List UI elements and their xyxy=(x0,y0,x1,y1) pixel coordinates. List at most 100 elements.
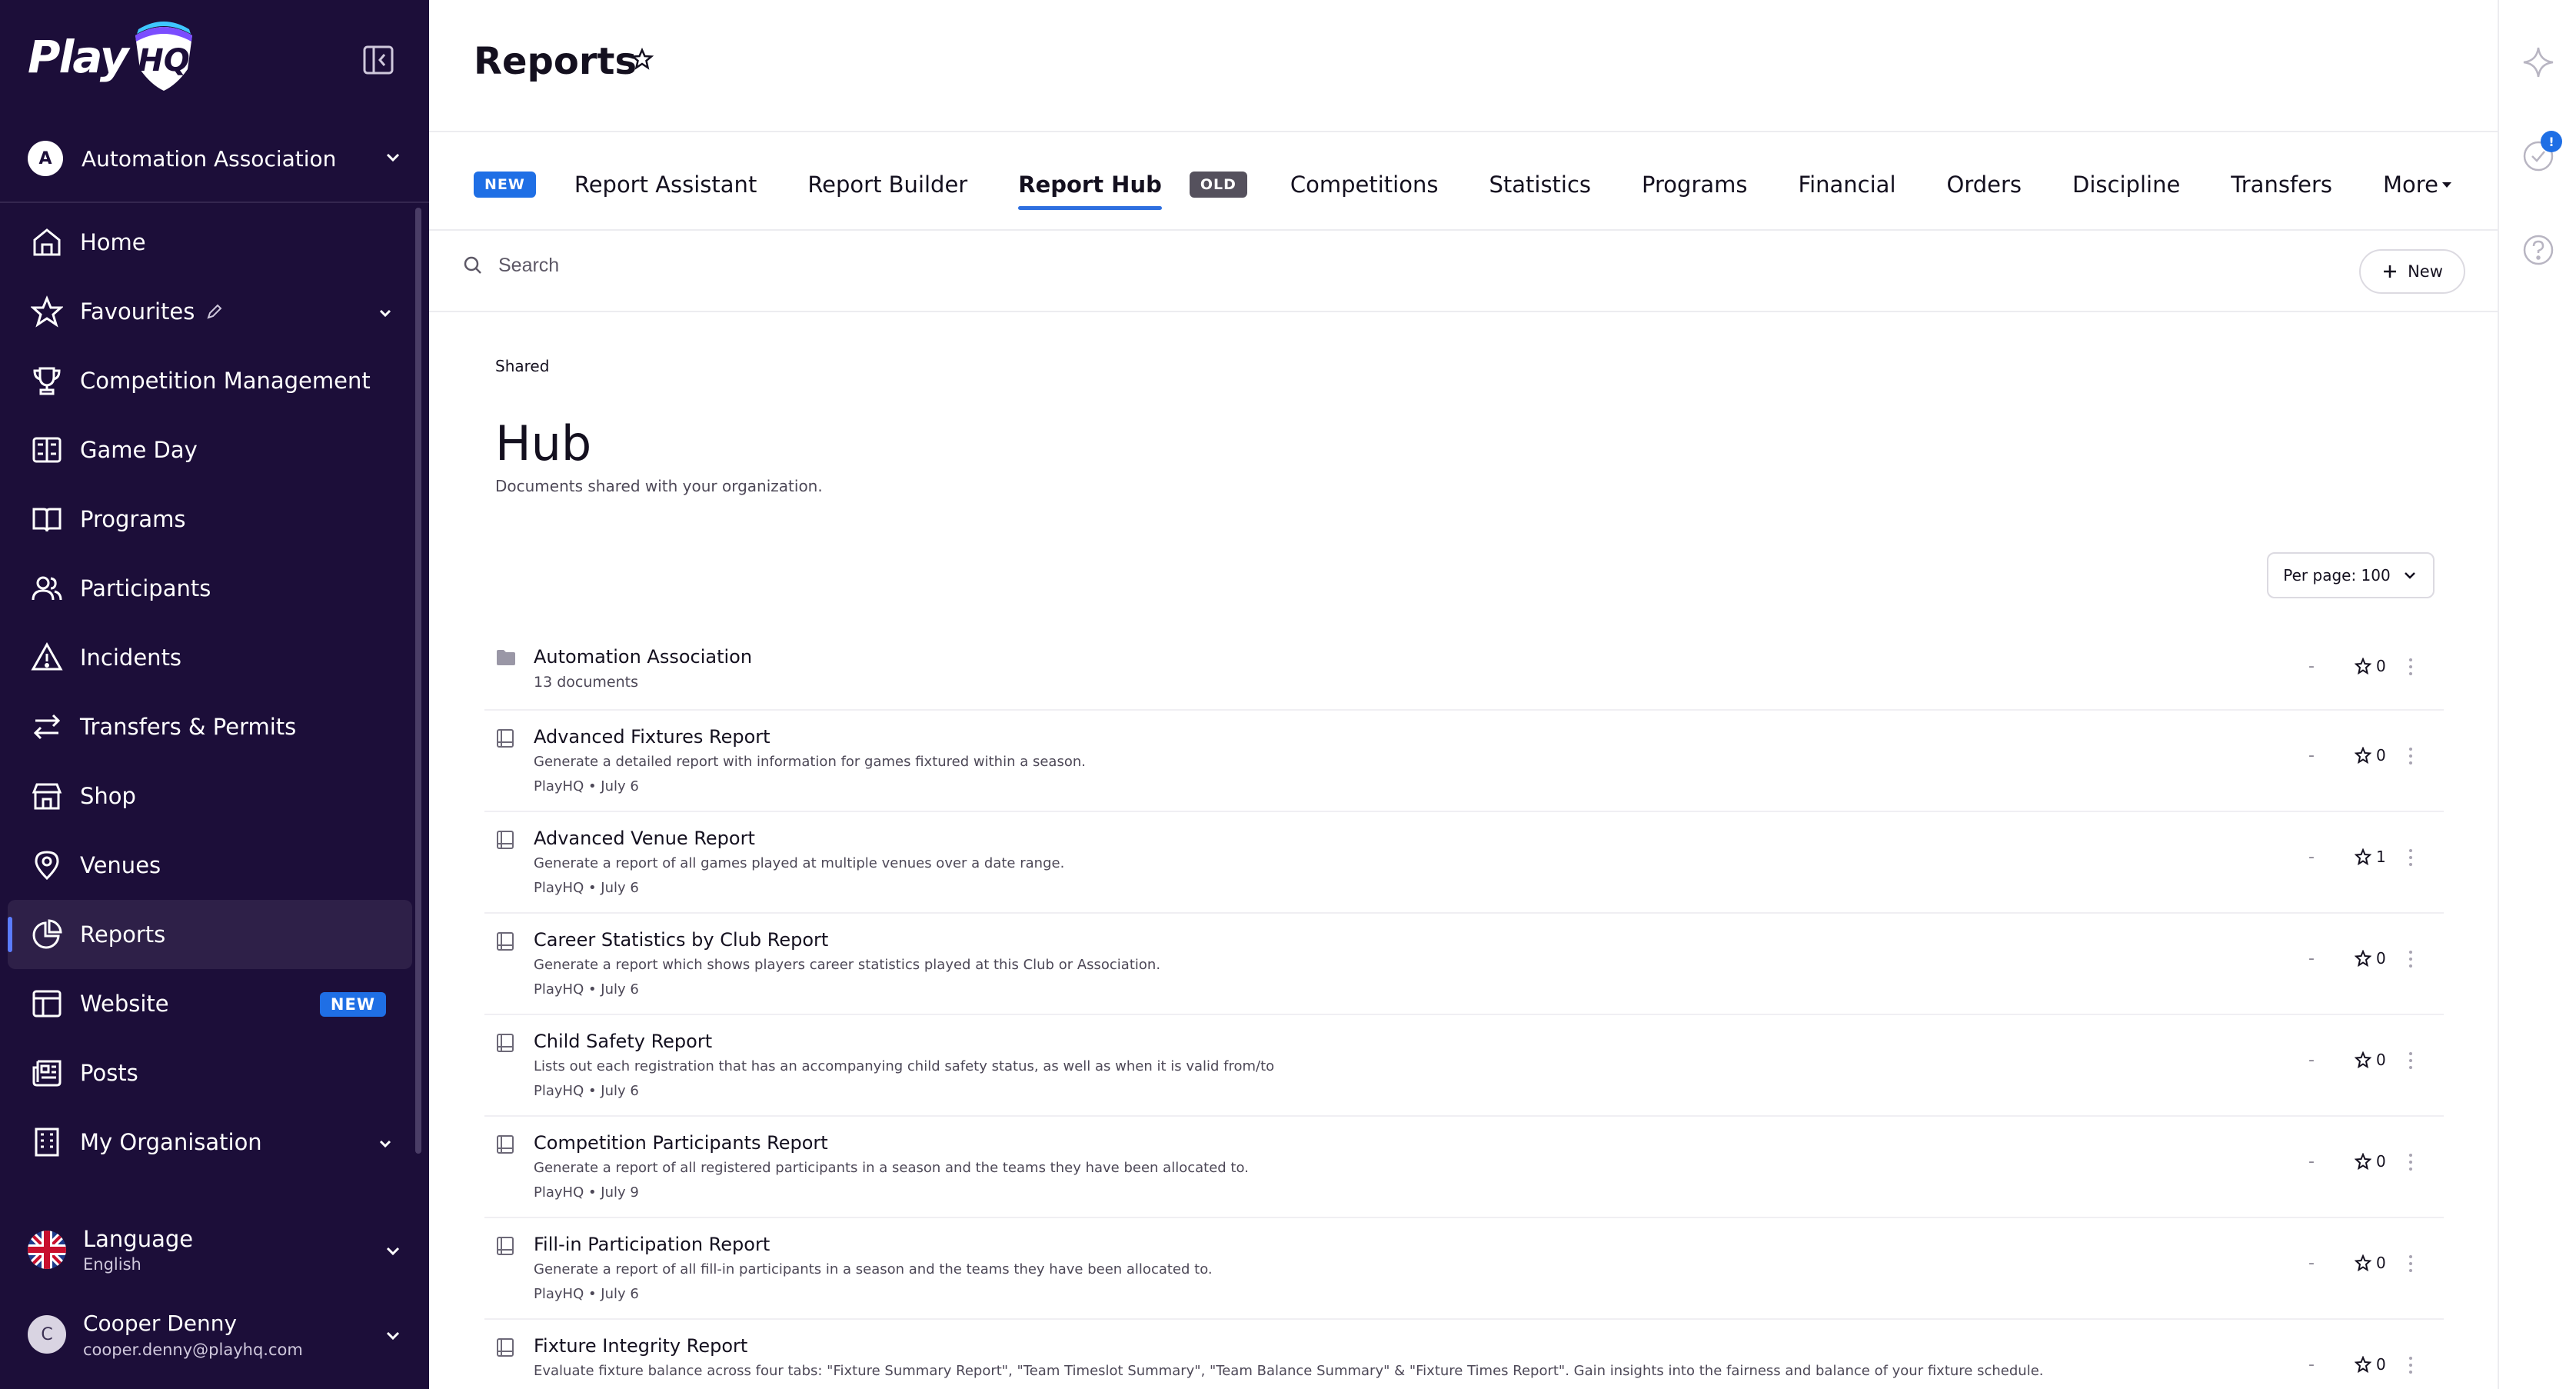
shop-icon xyxy=(29,778,65,814)
more-vertical-icon[interactable] xyxy=(2407,1152,2415,1172)
sidebar-item-programs[interactable]: Programs xyxy=(0,485,429,554)
report-row[interactable]: Career Statistics by Club Report Generat… xyxy=(484,914,2444,1015)
sidebar-item-label: Game Day xyxy=(80,437,198,463)
sidebar-scrollbar[interactable] xyxy=(415,208,421,1154)
chevron-down-icon xyxy=(386,1247,400,1256)
tab-report-builder[interactable]: Report Builder xyxy=(807,172,967,198)
star-count[interactable]: 0 xyxy=(2355,1051,2386,1069)
new-button[interactable]: New xyxy=(2359,249,2465,294)
report-title: Fill-in Participation Report xyxy=(534,1234,770,1255)
sidebar-item-participants[interactable]: Participants xyxy=(0,554,429,623)
ai-assistant-button[interactable] xyxy=(2521,45,2556,80)
playhq-logo[interactable]: Play HQ xyxy=(28,22,197,92)
folder-row[interactable]: Automation Association 13 documents - 0 xyxy=(484,631,2444,711)
chevron-down-icon[interactable] xyxy=(375,1134,395,1154)
star-count[interactable]: 0 xyxy=(2355,1355,2386,1374)
chevron-down-icon[interactable] xyxy=(375,303,395,323)
report-description: Generate a report of all games played at… xyxy=(534,855,1065,871)
star-count[interactable]: 0 xyxy=(2355,746,2386,764)
tab-discipline[interactable]: Discipline xyxy=(2072,172,2180,198)
report-row[interactable]: Fixture Integrity Report Evaluate fixtur… xyxy=(484,1320,2444,1389)
report-tabs: NEW Report Assistant Report Builder Repo… xyxy=(474,158,2506,212)
pencil-icon[interactable] xyxy=(205,302,224,321)
chevron-down-icon xyxy=(386,153,400,162)
user-menu[interactable]: C Cooper Denny cooper.denny@playhq.com xyxy=(28,1307,404,1361)
star-count[interactable]: 1 xyxy=(2355,848,2386,866)
collapse-sidebar-button[interactable] xyxy=(361,43,395,77)
svg-text:HQ: HQ xyxy=(138,43,189,78)
tab-statistics[interactable]: Statistics xyxy=(1489,172,1591,198)
sidebar-item-my-organisation[interactable]: My Organisation xyxy=(0,1108,429,1177)
tab-report-assistant[interactable]: Report Assistant xyxy=(574,172,757,198)
sidebar-nav: Home Favourites Competition Management G… xyxy=(0,208,429,1177)
report-description: Generate a report of all registered part… xyxy=(534,1160,1249,1176)
more-vertical-icon[interactable] xyxy=(2407,746,2415,766)
user-name: Cooper Denny xyxy=(83,1310,238,1336)
per-page-select[interactable]: Per page: 100 xyxy=(2267,552,2435,598)
sparkle-icon xyxy=(2523,47,2554,78)
tasks-button[interactable]: ! xyxy=(2521,131,2562,174)
sidebar-item-transfers-permits[interactable]: Transfers & Permits xyxy=(0,692,429,761)
folder-icon xyxy=(497,650,515,665)
sidebar-item-website[interactable]: Website NEW xyxy=(0,969,429,1038)
sidebar-item-shop[interactable]: Shop xyxy=(0,761,429,831)
report-row[interactable]: Advanced Venue Report Generate a report … xyxy=(484,812,2444,914)
more-vertical-icon[interactable] xyxy=(2407,949,2415,969)
doc-dash: - xyxy=(2308,1152,2315,1171)
tab-programs[interactable]: Programs xyxy=(1642,172,1747,198)
sidebar-item-incidents[interactable]: Incidents xyxy=(0,623,429,692)
sidebar-item-competition-management[interactable]: Competition Management xyxy=(0,346,429,415)
search-input[interactable] xyxy=(498,254,1037,277)
more-vertical-icon[interactable] xyxy=(2407,848,2415,868)
tab-transfers[interactable]: Transfers xyxy=(2231,172,2332,198)
tab-financial[interactable]: Financial xyxy=(1799,172,1896,198)
location-pin-icon xyxy=(29,848,65,883)
more-vertical-icon[interactable] xyxy=(2407,1355,2415,1375)
report-row[interactable]: Advanced Fixtures Report Generate a deta… xyxy=(484,711,2444,812)
star-count-value: 0 xyxy=(2376,1152,2386,1171)
sidebar-item-venues[interactable]: Venues xyxy=(0,831,429,900)
folder-title: Automation Association xyxy=(534,646,753,668)
favourite-star-icon[interactable] xyxy=(631,48,654,71)
doc-dash: - xyxy=(2308,949,2315,968)
sidebar-item-posts[interactable]: Posts xyxy=(0,1038,429,1108)
report-book-icon xyxy=(497,729,514,748)
more-vertical-icon[interactable] xyxy=(2407,1051,2415,1071)
tab-more[interactable]: More xyxy=(2383,172,2455,198)
report-row[interactable]: Competition Participants Report Generate… xyxy=(484,1117,2444,1218)
language-selector[interactable]: Language English xyxy=(28,1223,404,1277)
sidebar-item-label: Reports xyxy=(80,921,166,948)
star-count[interactable]: 0 xyxy=(2355,949,2386,968)
right-rail: ! xyxy=(2498,0,2576,1389)
search-icon xyxy=(464,256,481,274)
star-count[interactable]: 0 xyxy=(2355,1254,2386,1272)
star-count[interactable]: 0 xyxy=(2355,1152,2386,1171)
star-count[interactable]: 0 xyxy=(2355,657,2386,675)
doc-dash: - xyxy=(2308,1051,2315,1070)
more-vertical-icon[interactable] xyxy=(2407,657,2415,677)
tab-competitions[interactable]: Competitions xyxy=(1290,172,1439,198)
more-vertical-icon[interactable] xyxy=(2407,1254,2415,1274)
tab-report-hub[interactable]: Report Hub xyxy=(1018,172,1162,210)
tab-orders[interactable]: Orders xyxy=(1947,172,2022,198)
star-count-value: 0 xyxy=(2376,1355,2386,1374)
report-title: Competition Participants Report xyxy=(534,1132,828,1154)
org-name: Automation Association xyxy=(82,145,337,172)
sidebar-item-game-day[interactable]: Game Day xyxy=(0,415,429,485)
sidebar-item-label: Venues xyxy=(80,852,161,878)
report-title: Fixture Integrity Report xyxy=(534,1335,748,1357)
sidebar-item-home[interactable]: Home xyxy=(0,208,429,277)
old-badge: OLD xyxy=(1189,172,1247,198)
report-row[interactable]: Fill-in Participation Report Generate a … xyxy=(484,1218,2444,1320)
sidebar-item-reports[interactable]: Reports xyxy=(8,900,412,969)
report-row[interactable]: Child Safety Report Lists out each regis… xyxy=(484,1015,2444,1117)
header-divider xyxy=(429,131,2498,132)
sidebar-item-favourites[interactable]: Favourites xyxy=(0,277,429,346)
search-divider xyxy=(429,311,2498,312)
report-description: Evaluate fixture balance across four tab… xyxy=(534,1363,2044,1379)
new-button-label: New xyxy=(2408,262,2443,281)
org-switcher[interactable]: A Automation Association xyxy=(28,135,404,182)
star-icon xyxy=(2355,950,2371,967)
user-text: Cooper Denny cooper.denny@playhq.com xyxy=(83,1311,303,1359)
help-button[interactable] xyxy=(2521,232,2556,268)
